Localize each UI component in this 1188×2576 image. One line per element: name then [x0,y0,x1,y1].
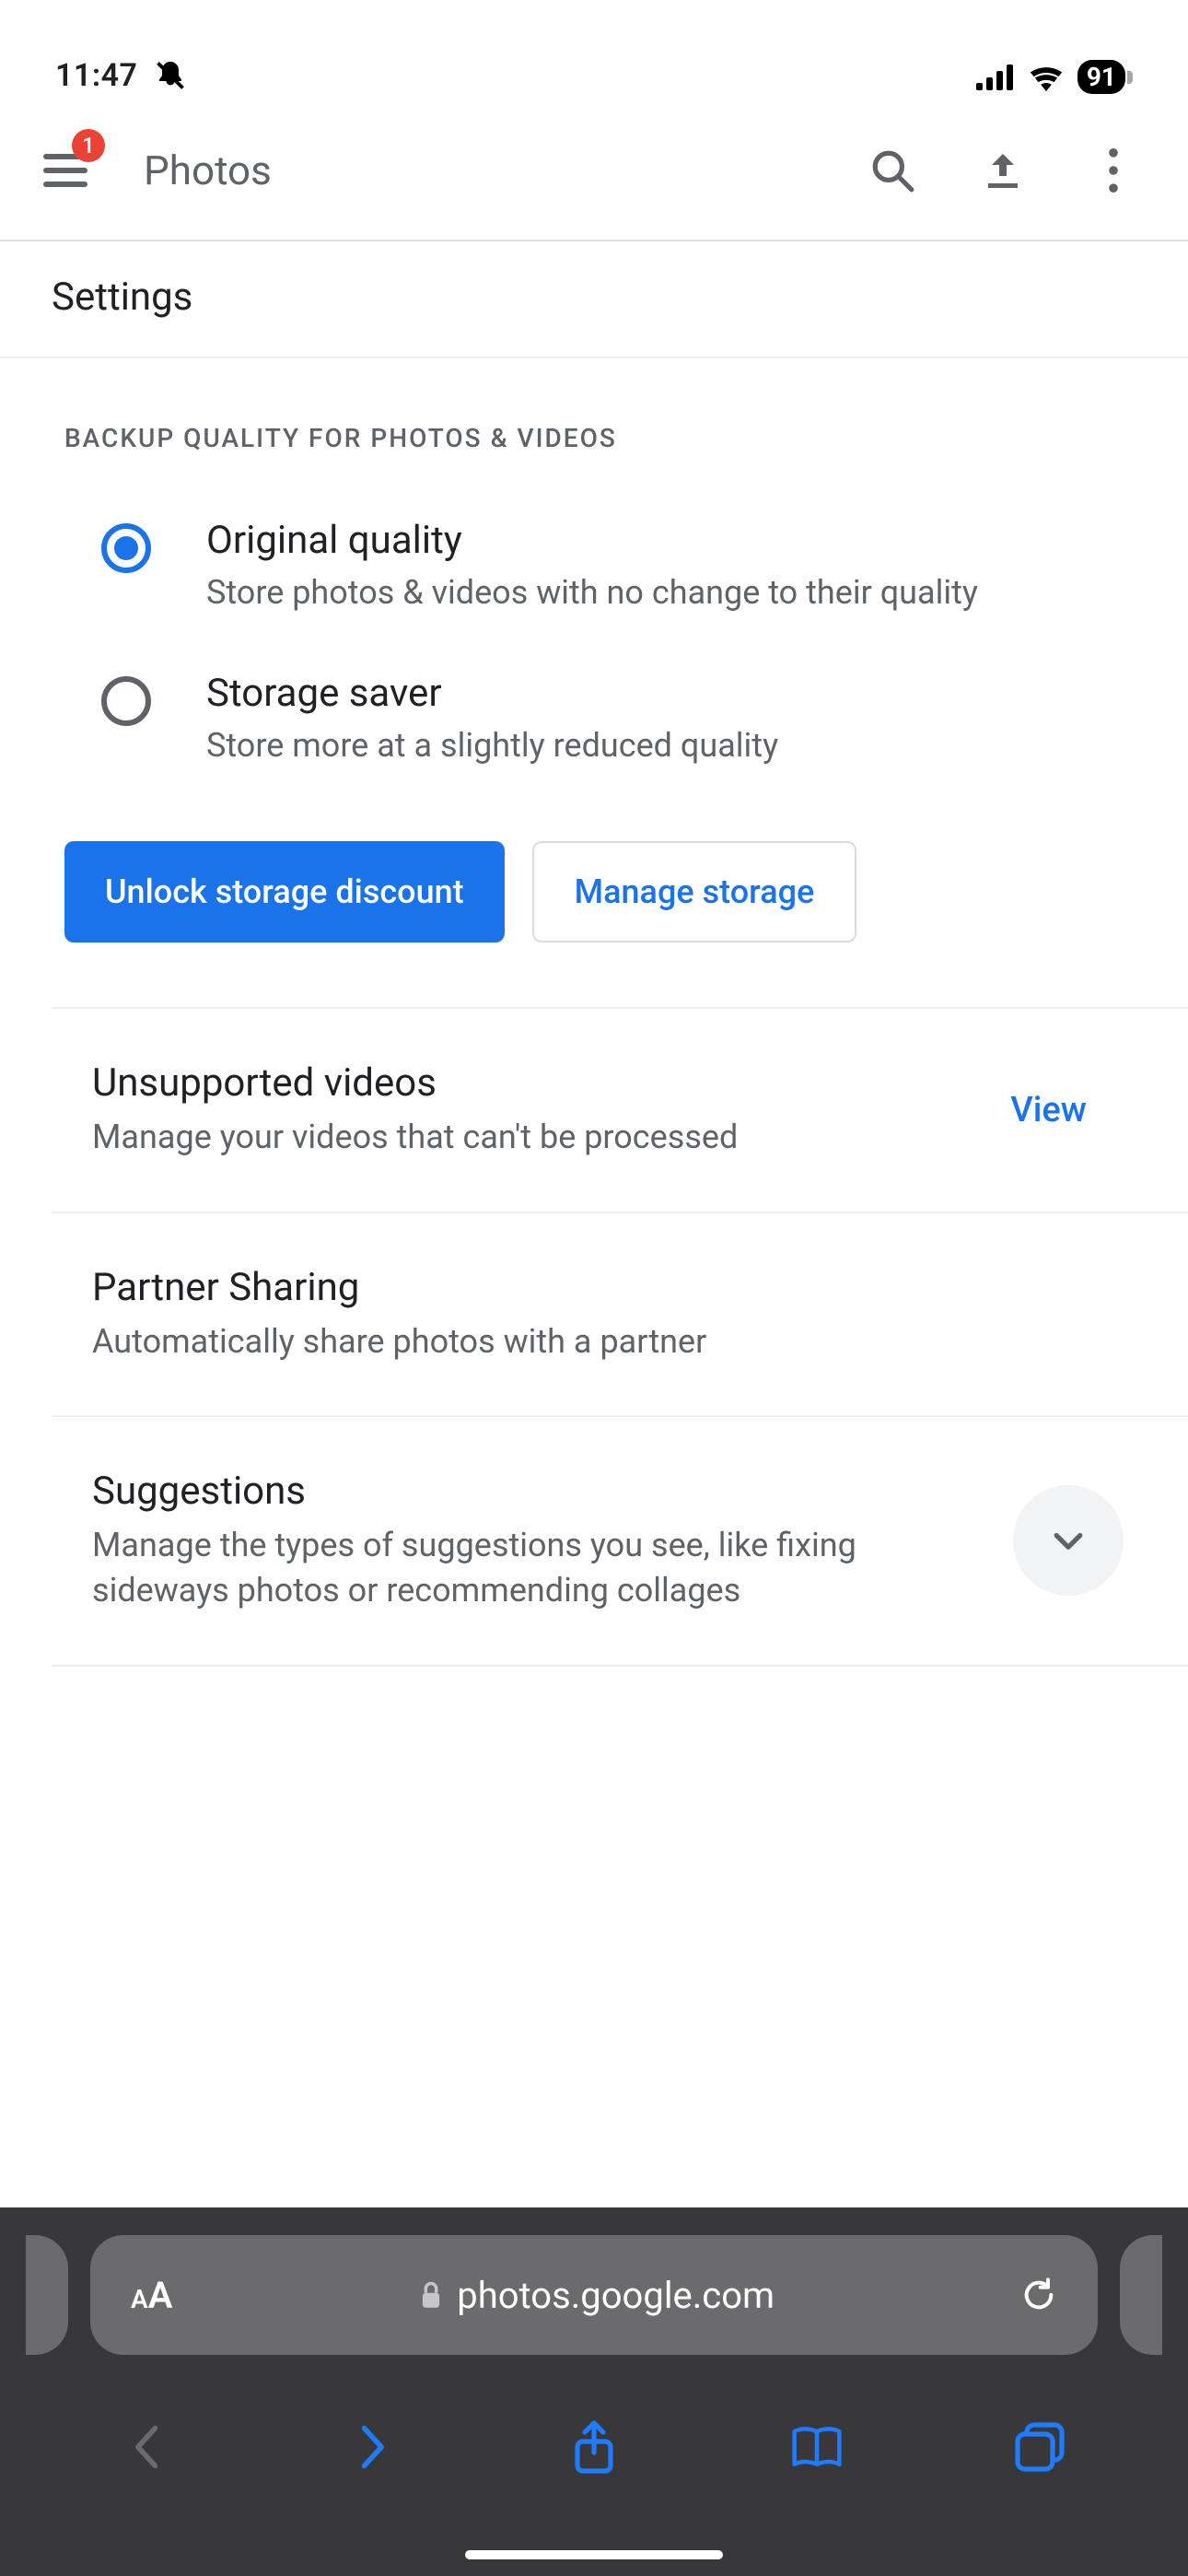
more-vert-icon [1108,148,1119,193]
battery-tip-icon [1127,71,1133,84]
row-partner-sharing[interactable]: Partner Sharing Automatically share phot… [0,1213,1188,1416]
divider [52,1665,1188,1667]
option-title: Original quality [206,518,978,563]
forward-button[interactable] [334,2410,408,2484]
status-time: 11:47 [55,57,137,94]
chevron-down-icon [1048,1520,1089,1561]
share-button[interactable] [557,2410,631,2484]
page-subtitle: Settings [0,241,1188,357]
overflow-button[interactable] [1072,129,1155,212]
section-heading-backup: BACKUP QUALITY FOR PHOTOS & VIDEOS [0,358,1188,490]
status-right: 91 [976,60,1133,94]
expand-button[interactable] [1013,1485,1124,1596]
menu-badge: 1 [72,129,105,162]
row-desc: Automatically share photos with a partne… [92,1319,1124,1364]
back-button[interactable] [111,2410,185,2484]
chevron-right-icon [353,2423,390,2471]
address-host: photos.google.com [172,2274,1020,2317]
backup-option-original[interactable]: Original quality Store photos & videos w… [0,490,1188,643]
share-icon [570,2418,618,2476]
prev-tab-peek[interactable] [26,2235,68,2355]
view-link[interactable]: View [973,1090,1124,1130]
option-desc: Store photos & videos with no change to … [206,570,978,615]
search-icon [869,147,915,193]
address-bar[interactable]: AA photos.google.com [90,2235,1098,2355]
home-indicator [465,2550,723,2559]
row-suggestions[interactable]: Suggestions Manage the types of suggesti… [0,1417,1188,1664]
upload-button[interactable] [961,129,1044,212]
host-text: photos.google.com [457,2274,775,2317]
row-desc: Manage the types of suggestions you see,… [92,1523,976,1612]
option-desc: Store more at a slightly reduced quality [206,723,778,768]
bookmarks-button[interactable] [780,2410,854,2484]
safari-toolbar [0,2383,1188,2512]
book-icon [789,2423,844,2471]
reader-aa-button[interactable]: AA [131,2274,172,2317]
cellular-signal-icon [976,64,1015,90]
ios-status-bar: 11:47 91 [0,0,1188,101]
status-left: 11:47 [55,57,187,94]
safari-chrome: AA photos.google.com [0,2207,1188,2576]
row-title: Suggestions [92,1469,976,1514]
battery-level: 91 [1077,60,1125,94]
manage-storage-button[interactable]: Manage storage [532,841,857,943]
tabs-icon [1014,2421,1066,2473]
wifi-icon [1028,64,1065,91]
chevron-left-icon [130,2423,167,2471]
tabs-button[interactable] [1003,2410,1077,2484]
row-title: Unsupported videos [92,1060,937,1106]
backup-option-saver[interactable]: Storage saver Store more at a slightly r… [0,643,1188,796]
app-title: Photos [144,146,272,194]
reload-icon [1020,2277,1057,2313]
row-desc: Manage your videos that can't be process… [92,1115,937,1160]
upload-icon [981,148,1025,193]
option-title: Storage saver [206,671,778,716]
app-bar: 1 Photos [0,101,1188,240]
next-tab-peek[interactable] [1120,2235,1162,2355]
radio-unselected-icon [101,676,151,726]
row-unsupported-videos[interactable]: Unsupported videos Manage your videos th… [0,1009,1188,1212]
lock-icon [418,2280,444,2310]
backup-button-row: Unlock storage discount Manage storage [0,795,1188,1007]
menu-button[interactable]: 1 [33,138,98,203]
silent-bell-icon [154,59,187,92]
reload-button[interactable] [1020,2277,1057,2313]
unlock-discount-button[interactable]: Unlock storage discount [64,841,505,943]
radio-selected-icon [101,523,151,573]
search-button[interactable] [851,129,934,212]
row-title: Partner Sharing [92,1265,1124,1310]
